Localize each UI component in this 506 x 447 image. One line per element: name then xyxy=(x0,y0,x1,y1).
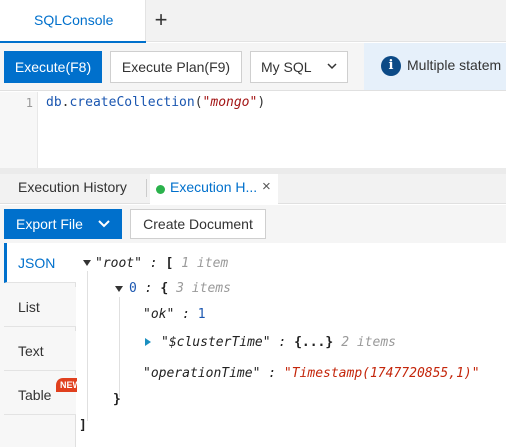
code-editor[interactable]: 1 db.createCollection("mongo") xyxy=(0,92,506,168)
notice-banner: i Multiple statem xyxy=(364,43,506,90)
editor-tab-bar: SQLConsole + xyxy=(0,0,506,43)
tab-execution-result[interactable]: Execution H... × xyxy=(150,174,278,204)
tab-sqlconsole-label: SQLConsole xyxy=(34,12,114,28)
view-tab-table-label: Table xyxy=(18,387,52,403)
view-tab-list[interactable]: List xyxy=(4,287,76,327)
view-tab-json[interactable]: JSON xyxy=(4,243,76,283)
view-mode-tabs: JSON List Text Table NEW xyxy=(0,243,85,447)
colon: : xyxy=(141,256,166,271)
tree-row-item-0: 0 : {3 items xyxy=(129,280,231,298)
open-bracket: [ xyxy=(165,256,174,271)
create-document-button[interactable]: Create Document xyxy=(130,209,266,239)
chevron-down-icon xyxy=(327,63,337,70)
export-file-button[interactable]: Export File xyxy=(4,209,122,239)
operation-time-key: "operationTime" xyxy=(143,366,261,381)
result-tab-bar: Execution History Execution H... × xyxy=(0,174,506,204)
tab-separator xyxy=(146,179,147,197)
notice-text: Multiple statem xyxy=(407,57,502,73)
view-tab-text[interactable]: Text xyxy=(4,331,76,371)
line-number: 1 xyxy=(25,96,33,110)
close-icon[interactable]: × xyxy=(262,178,271,195)
colon: : xyxy=(174,307,198,322)
tree-guide-line xyxy=(119,297,120,397)
expand-cluster-time-icon[interactable] xyxy=(145,338,151,346)
code-object: db xyxy=(46,95,62,110)
result-toolbar: Export File Create Document xyxy=(0,205,506,243)
ok-key: "ok" xyxy=(143,307,175,322)
tree-row-close-brace: } xyxy=(113,391,121,409)
code-function: createCollection xyxy=(69,95,195,110)
cluster-time-count: 2 items xyxy=(341,335,396,350)
code-open-paren: ( xyxy=(194,95,203,110)
cluster-time-key: "$clusterTime" xyxy=(161,335,271,350)
close-bracket: ] xyxy=(79,418,87,433)
info-icon: i xyxy=(381,56,401,76)
collapse-item-icon[interactable] xyxy=(115,286,123,292)
database-type-select[interactable]: My SQL xyxy=(250,51,348,83)
export-file-label: Export File xyxy=(16,216,83,232)
tab-execution-history[interactable]: Execution History xyxy=(18,179,127,195)
colon: : xyxy=(136,281,161,296)
root-key: "root" xyxy=(95,256,142,271)
tree-guide-line xyxy=(87,271,88,421)
tree-row-root: "root" : [1 item xyxy=(95,255,228,273)
tree-row-operation-time: "operationTime" : "Timestamp(1747720855,… xyxy=(143,365,480,383)
line-gutter: 1 xyxy=(0,92,38,168)
tree-row-ok: "ok" : 1 xyxy=(143,306,206,324)
collapsed-object[interactable]: {...} xyxy=(294,335,333,350)
collapse-root-icon[interactable] xyxy=(83,260,91,266)
root-count: 1 item xyxy=(181,256,229,271)
view-tab-table[interactable]: Table NEW xyxy=(4,375,85,415)
chevron-down-icon xyxy=(98,220,110,228)
code-line[interactable]: db.createCollection("mongo") xyxy=(46,95,265,110)
item-index: 0 xyxy=(129,281,137,296)
execute-button[interactable]: Execute(F8) xyxy=(4,51,102,83)
tab-execution-result-label: Execution H... xyxy=(170,179,258,195)
tree-row-cluster-time: "$clusterTime" : {...} 2 items xyxy=(161,334,396,352)
json-tree-view: "root" : [1 item 0 : {3 items "ok" : 1 "… xyxy=(77,243,506,447)
colon: : xyxy=(270,335,295,350)
database-type-value: My SQL xyxy=(261,59,312,75)
operation-time-value: "Timestamp(1747720855,1)" xyxy=(283,366,480,381)
add-tab-button[interactable]: + xyxy=(150,8,172,32)
open-brace: { xyxy=(160,281,169,296)
execute-plan-button[interactable]: Execute Plan(F9) xyxy=(110,51,242,83)
item-count: 3 items xyxy=(176,281,231,296)
sql-toolbar: Execute(F8) Execute Plan(F9) My SQL i Mu… xyxy=(0,43,506,91)
close-brace: } xyxy=(113,392,121,407)
colon: : xyxy=(260,366,284,381)
ok-value: 1 xyxy=(197,307,206,322)
code-close-paren: ) xyxy=(257,95,266,110)
tree-row-close-bracket: ] xyxy=(79,417,87,435)
success-status-icon xyxy=(156,185,165,194)
tab-sqlconsole[interactable]: SQLConsole xyxy=(0,0,146,43)
code-string: "mongo" xyxy=(202,95,258,110)
